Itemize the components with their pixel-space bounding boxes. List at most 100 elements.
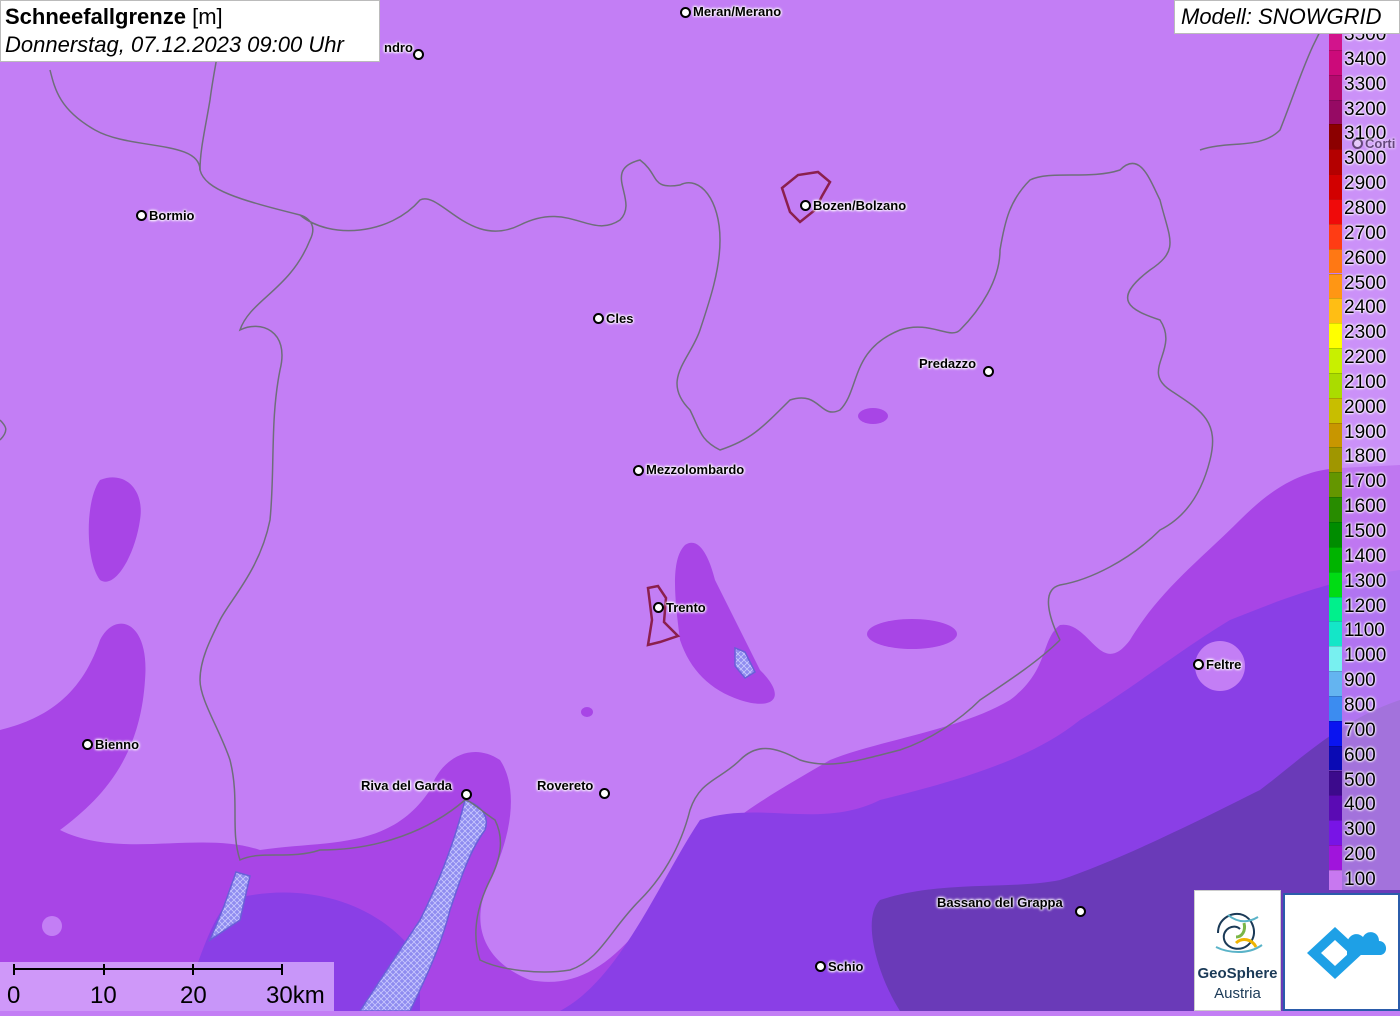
map-datetime: Donnerstag, 07.12.2023 09:00 Uhr xyxy=(5,32,344,57)
city-marker-bormio[interactable] xyxy=(136,210,147,221)
city-label-meran-merano[interactable]: Meran/Merano xyxy=(693,4,781,19)
legend-swatch-600 xyxy=(1329,745,1342,771)
city-marker-schio[interactable] xyxy=(815,961,826,972)
legend-swatch-2700 xyxy=(1329,223,1342,249)
legend-swatch-1300 xyxy=(1329,571,1342,597)
legend-swatch-2300 xyxy=(1329,323,1342,349)
legend-label-3500: 3500 xyxy=(1344,34,1387,45)
city-marker-predazzo[interactable] xyxy=(983,366,994,377)
geosphere-logo-line2: Austria xyxy=(1214,985,1261,1002)
scale-label-0: 0 xyxy=(7,982,21,1009)
geosphere-logo-line1: GeoSphere xyxy=(1197,965,1278,982)
legend-label-2500: 2500 xyxy=(1344,272,1387,294)
legend-swatch-900 xyxy=(1329,671,1342,696)
legend-swatch-1700 xyxy=(1329,472,1342,498)
map-title: Schneefallgrenze [m] xyxy=(5,3,375,31)
legend-swatch-3100 xyxy=(1329,124,1342,150)
geosphere-logo[interactable]: GeoSphere Austria xyxy=(1194,890,1281,1011)
legend-swatch-1500 xyxy=(1329,522,1342,547)
legend-swatch-2400 xyxy=(1329,298,1342,324)
legend-label-300: 300 xyxy=(1344,819,1376,841)
legend-swatch-800 xyxy=(1329,695,1342,721)
legend-label-1600: 1600 xyxy=(1344,496,1387,518)
city-label-bassano-del-grappa[interactable]: Bassano del Grappa xyxy=(937,895,1063,910)
legend-swatch-500 xyxy=(1329,770,1342,796)
snowfall-map[interactable] xyxy=(0,0,1400,1011)
city-label-bozen-bolzano[interactable]: Bozen/Bolzano xyxy=(813,198,906,213)
snowline-zone-200-small xyxy=(581,707,593,717)
scale-label-30km: 30km xyxy=(266,982,325,1009)
scale-label-10: 10 xyxy=(90,982,117,1009)
city-label-rovereto[interactable]: Rovereto xyxy=(537,778,593,793)
legend-swatch-400 xyxy=(1329,795,1342,821)
city-label-riva-del-garda[interactable]: Riva del Garda xyxy=(361,778,452,793)
legend-swatch-2600 xyxy=(1329,248,1342,274)
legend-swatch-1800 xyxy=(1329,447,1342,473)
city-label-bormio[interactable]: Bormio xyxy=(149,208,195,223)
legend-label-2000: 2000 xyxy=(1344,396,1387,418)
legend-label-600: 600 xyxy=(1344,744,1376,766)
legend-label-2200: 2200 xyxy=(1344,347,1387,369)
city-label-predazzo[interactable]: Predazzo xyxy=(919,356,976,371)
legend-label-1700: 1700 xyxy=(1344,471,1387,493)
legend-swatch-2500 xyxy=(1329,273,1342,299)
title-main: Schneefallgrenze xyxy=(5,4,186,29)
legend-swatch-2200 xyxy=(1329,348,1342,373)
legend-label-3000: 3000 xyxy=(1344,148,1387,170)
app-logo[interactable] xyxy=(1283,893,1400,1011)
legend-swatch-1000 xyxy=(1329,646,1342,672)
app-logo-icon xyxy=(1307,927,1387,979)
legend-swatch-3200 xyxy=(1329,99,1342,125)
legend-swatch-1900 xyxy=(1329,422,1342,448)
legend-label-700: 700 xyxy=(1344,719,1376,741)
title-unit: [m] xyxy=(192,4,223,29)
city-label-trento[interactable]: Trento xyxy=(666,600,706,615)
city-marker-bassano-del-grappa[interactable] xyxy=(1075,906,1086,917)
geosphere-emblem-icon xyxy=(1215,913,1263,953)
legend-label-200: 200 xyxy=(1344,844,1376,866)
city-marker-meran-merano[interactable] xyxy=(680,7,691,18)
city-marker-ndro[interactable] xyxy=(413,49,424,60)
legend-swatch-3300 xyxy=(1329,74,1342,100)
legend-label-2900: 2900 xyxy=(1344,173,1387,195)
model-label: Modell: SNOWGRID xyxy=(1174,0,1400,34)
city-label-mezzolombardo[interactable]: Mezzolombardo xyxy=(646,462,744,477)
legend-swatch-2900 xyxy=(1329,174,1342,199)
legend-label-1300: 1300 xyxy=(1344,570,1387,592)
legend-label-800: 800 xyxy=(1344,694,1376,716)
city-label-cles[interactable]: Cles xyxy=(606,311,633,326)
city-marker-rovereto[interactable] xyxy=(599,788,610,799)
legend-label-2400: 2400 xyxy=(1344,297,1387,319)
city-label-schio[interactable]: Schio xyxy=(828,959,863,974)
legend-swatch-300 xyxy=(1329,820,1342,846)
legend-swatch-700 xyxy=(1329,720,1342,746)
legend-label-500: 500 xyxy=(1344,769,1376,791)
legend-label-3400: 3400 xyxy=(1344,48,1387,70)
legend-swatch-2000 xyxy=(1329,397,1342,423)
legend-swatch-3000 xyxy=(1329,149,1342,175)
city-marker-cles[interactable] xyxy=(593,313,604,324)
legend-label-2100: 2100 xyxy=(1344,371,1387,393)
lake-spot-west xyxy=(42,916,62,936)
city-marker-feltre[interactable] xyxy=(1193,659,1204,670)
legend-label-2300: 2300 xyxy=(1344,322,1387,344)
city-label-bienno[interactable]: Bienno xyxy=(95,737,139,752)
city-label-feltre[interactable]: Feltre xyxy=(1206,657,1241,672)
city-marker-mezzolombardo[interactable] xyxy=(633,465,644,476)
legend-label-2700: 2700 xyxy=(1344,222,1387,244)
city-marker-trento[interactable] xyxy=(653,602,664,613)
city-label-ndro[interactable]: ndro xyxy=(384,40,413,55)
legend-label-2800: 2800 xyxy=(1344,197,1387,219)
city-marker-bienno[interactable] xyxy=(82,739,93,750)
city-marker-bozen-bolzano[interactable] xyxy=(800,200,811,211)
legend-label-1000: 1000 xyxy=(1344,645,1387,667)
legend-label-1800: 1800 xyxy=(1344,446,1387,468)
city-label-corti[interactable]: Corti xyxy=(1365,136,1395,151)
legend-label-1200: 1200 xyxy=(1344,595,1387,617)
snowline-zone-200-predazzo xyxy=(858,408,888,424)
color-legend: 3500 3400 3300 3200 3100 3000 2900 2800 2700 2600… xyxy=(1329,34,1400,890)
city-marker-corti[interactable] xyxy=(1352,138,1363,149)
legend-label-1100: 1100 xyxy=(1344,620,1385,642)
legend-label-100: 100 xyxy=(1344,868,1376,890)
city-marker-riva-del-garda[interactable] xyxy=(461,789,472,800)
